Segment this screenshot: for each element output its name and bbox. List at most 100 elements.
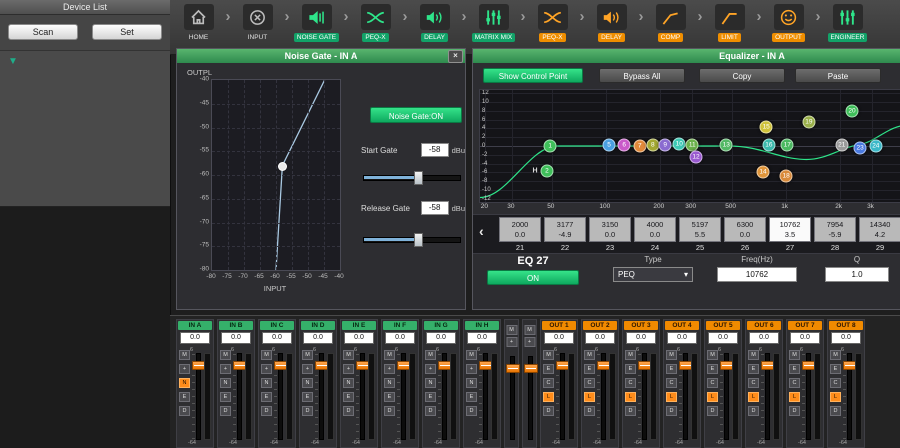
channel-eq-button[interactable]: E xyxy=(666,364,677,374)
eq-control-point-19[interactable]: 19 xyxy=(802,116,815,129)
eq-band-29[interactable]: 143404.229 xyxy=(859,217,900,252)
channel-mute-button[interactable]: M xyxy=(220,350,231,360)
tree-collapse-icon[interactable]: ▼ xyxy=(8,56,18,67)
channel-limit-button[interactable]: L xyxy=(748,392,759,402)
set-button[interactable]: Set xyxy=(92,24,162,40)
channel-eq-button[interactable]: E xyxy=(748,364,759,374)
toolbar-item-limit[interactable]: LIMIT xyxy=(705,4,754,42)
channel-eq-button[interactable]: E xyxy=(384,392,395,402)
eq-band-28[interactable]: 7954-5.928 xyxy=(814,217,856,252)
release-gate-value[interactable]: -58 xyxy=(421,201,449,215)
channel-limit-button[interactable]: L xyxy=(830,392,841,402)
channel-comp-button[interactable]: C xyxy=(543,378,554,388)
fader-handle[interactable] xyxy=(524,364,538,373)
channel-delay-button[interactable]: D xyxy=(343,406,354,416)
channel-gain-value[interactable]: 0.0 xyxy=(303,332,333,344)
channel-noise-gate-button[interactable]: N xyxy=(220,378,231,388)
channel-eq-button[interactable]: E xyxy=(425,392,436,402)
channel-noise-gate-button[interactable]: N xyxy=(179,378,190,388)
eq-control-point-23[interactable]: 23 xyxy=(854,142,867,155)
eq-control-point-14[interactable]: 14 xyxy=(756,165,769,178)
channel-gain-value[interactable]: 0.0 xyxy=(626,332,656,344)
noise-gate-threshold-handle[interactable] xyxy=(278,162,287,171)
channel-eq-button[interactable]: E xyxy=(584,364,595,374)
channel-eq-button[interactable]: E xyxy=(830,364,841,374)
eq-freq-input[interactable]: 10762 xyxy=(717,267,797,282)
channel-polarity-button[interactable]: + xyxy=(524,337,535,347)
channel-delay-button[interactable]: D xyxy=(302,406,313,416)
eq-type-dropdown[interactable]: PEQ ▾ xyxy=(613,267,693,282)
channel-mute-button[interactable]: M xyxy=(524,325,535,335)
channel-mute-button[interactable]: M xyxy=(343,350,354,360)
channel-comp-button[interactable]: C xyxy=(830,378,841,388)
channel-limit-button[interactable]: L xyxy=(584,392,595,402)
eq-control-point-10[interactable]: 10 xyxy=(673,137,686,150)
channel-noise-gate-button[interactable]: N xyxy=(261,378,272,388)
eq-q-input[interactable]: 1.0 xyxy=(825,267,889,282)
channel-gain-value[interactable]: 0.0 xyxy=(708,332,738,344)
channel-delay-button[interactable]: D xyxy=(425,406,436,416)
slider-thumb[interactable] xyxy=(414,171,423,185)
channel-delay-button[interactable]: D xyxy=(707,406,718,416)
channel-limit-button[interactable]: L xyxy=(666,392,677,402)
channel-delay-button[interactable]: D xyxy=(625,406,636,416)
channel-polarity-button[interactable]: + xyxy=(425,364,436,374)
eq-control-point-17[interactable]: 17 xyxy=(781,138,794,151)
fader-handle[interactable] xyxy=(506,364,520,373)
channel-mute-button[interactable]: M xyxy=(830,350,841,360)
channel-gain-value[interactable]: 0.0 xyxy=(544,332,574,344)
channel-mute-button[interactable]: M xyxy=(789,350,800,360)
channel-gain-value[interactable]: 0.0 xyxy=(667,332,697,344)
eq-control-point-7[interactable]: 7 xyxy=(633,140,646,153)
channel-noise-gate-button[interactable]: N xyxy=(302,378,313,388)
toolbar-item-engineer[interactable]: ENGINEER xyxy=(823,4,872,42)
bands-scroll-left-button[interactable]: ‹ xyxy=(479,223,484,239)
channel-mute-button[interactable]: M xyxy=(261,350,272,360)
channel-comp-button[interactable]: C xyxy=(789,378,800,388)
channel-delay-button[interactable]: D xyxy=(220,406,231,416)
channel-gain-value[interactable]: 0.0 xyxy=(262,332,292,344)
channel-delay-button[interactable]: D xyxy=(789,406,800,416)
eq-control-point-5[interactable]: 5 xyxy=(603,138,616,151)
channel-polarity-button[interactable]: + xyxy=(261,364,272,374)
channel-limit-button[interactable]: L xyxy=(789,392,800,402)
channel-limit-button[interactable]: L xyxy=(707,392,718,402)
eq-control-point-2[interactable]: 2 xyxy=(540,164,553,177)
scan-button[interactable]: Scan xyxy=(8,24,78,40)
start-gate-slider[interactable] xyxy=(363,171,461,183)
channel-mute-button[interactable]: M xyxy=(179,350,190,360)
eq-band-24[interactable]: 40000.024 xyxy=(634,217,676,252)
toolbar-item-matrix-mix[interactable]: MATRIX MIX xyxy=(469,4,518,42)
channel-gain-value[interactable]: 0.0 xyxy=(180,332,210,344)
channel-eq-button[interactable]: E xyxy=(261,392,272,402)
eq-band-21[interactable]: 20000.021 xyxy=(499,217,541,252)
eq-control-point-13[interactable]: 13 xyxy=(720,138,733,151)
channel-mute-button[interactable]: M xyxy=(543,350,554,360)
channel-delay-button[interactable]: D xyxy=(543,406,554,416)
eq-control-point-8[interactable]: 8 xyxy=(646,138,659,151)
channel-mute-button[interactable]: M xyxy=(466,350,477,360)
channel-delay-button[interactable]: D xyxy=(466,406,477,416)
eq-band-22[interactable]: 3177-4.922 xyxy=(544,217,586,252)
channel-comp-button[interactable]: C xyxy=(748,378,759,388)
channel-delay-button[interactable]: D xyxy=(666,406,677,416)
channel-comp-button[interactable]: C xyxy=(707,378,718,388)
channel-mute-button[interactable]: M xyxy=(748,350,759,360)
channel-mute-button[interactable]: M xyxy=(425,350,436,360)
toolbar-item-peq-x[interactable]: PEQ-X xyxy=(351,4,400,42)
channel-noise-gate-button[interactable]: N xyxy=(425,378,436,388)
channel-eq-button[interactable]: E xyxy=(179,392,190,402)
bypass-all-button[interactable]: Bypass All xyxy=(599,68,685,83)
channel-eq-button[interactable]: E xyxy=(220,392,231,402)
copy-button[interactable]: Copy xyxy=(699,68,785,83)
toolbar-item-input[interactable]: INPUT xyxy=(233,4,282,42)
channel-delay-button[interactable]: D xyxy=(261,406,272,416)
channel-mute-button[interactable]: M xyxy=(666,350,677,360)
channel-eq-button[interactable]: E xyxy=(466,392,477,402)
release-gate-slider[interactable] xyxy=(363,233,461,245)
eq-control-point-6[interactable]: 6 xyxy=(618,138,631,151)
channel-eq-button[interactable]: E xyxy=(789,364,800,374)
eq-control-point-20[interactable]: 20 xyxy=(846,105,859,118)
channel-polarity-button[interactable]: + xyxy=(384,364,395,374)
toolbar-item-delay[interactable]: DELAY xyxy=(410,4,459,42)
